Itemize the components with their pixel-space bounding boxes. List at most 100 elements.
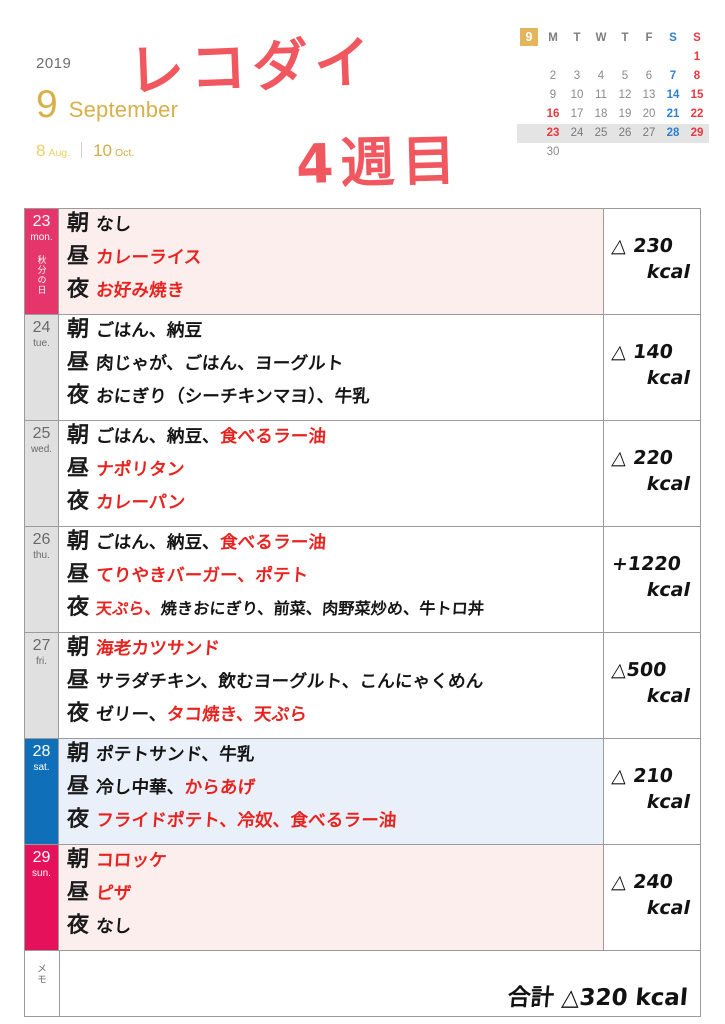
mini-calendar-day-2[interactable]: 2	[541, 67, 565, 86]
page-header: 2019 9 September 8 Aug. 10 Oct. レコダイ 4週目…	[0, 0, 725, 196]
mini-calendar-day-18[interactable]: 18	[589, 105, 613, 124]
kcal-cell-23[interactable]: △ 230 kcal	[604, 209, 700, 314]
meal-entries-29[interactable]: 朝コロッケ昼ピザ夜なし	[59, 845, 604, 950]
meal-noon: 昼肉じゃが、ごはん、ヨーグルト	[66, 350, 603, 385]
meal-morning: 朝コロッケ	[66, 847, 603, 882]
mini-calendar-empty-cell	[637, 48, 661, 67]
adjacent-months: 8 Aug. 10 Oct.	[36, 140, 336, 159]
kcal-unit: kcal	[646, 579, 690, 601]
meal-entries-25[interactable]: 朝ごはん、納豆、食べるラー油昼ナポリタン夜カレーパン	[59, 421, 604, 526]
mini-calendar-day-3[interactable]: 3	[565, 67, 589, 86]
mini-calendar-day-19[interactable]: 19	[613, 105, 637, 124]
meal-entries-28[interactable]: 朝ポテトサンド、牛乳昼冷し中華、からあげ夜フライドポテト、冷奴、食べるラー油	[59, 739, 604, 844]
mini-calendar-day-22[interactable]: 22	[685, 105, 709, 124]
meal-night: 夜おにぎり（シーチキンマヨ）、牛乳	[66, 383, 603, 418]
meal-entries-23[interactable]: 朝なし昼カレーライス夜お好み焼き	[59, 209, 604, 314]
meal-text-noon: ナポリタン	[95, 460, 185, 480]
mini-calendar-day-10[interactable]: 10	[565, 86, 589, 105]
meal-label-morning: 朝	[66, 529, 90, 554]
day-tab-29[interactable]: 29 sun.	[25, 845, 59, 950]
meal-entries-26[interactable]: 朝ごはん、納豆、食べるラー油昼てりやきバーガー、ポテト夜天ぷら、焼きおにぎり、前…	[59, 527, 604, 632]
mini-calendar-month-badge-cell: 9	[517, 28, 541, 48]
mini-calendar-week-row: 2345678	[517, 67, 709, 86]
meal-text-noon: カレーライス	[95, 248, 202, 268]
day-tab-25[interactable]: 25 wed.	[25, 421, 59, 526]
mini-calendar-empty-cell	[541, 48, 565, 67]
mini-calendar-day-8[interactable]: 8	[685, 67, 709, 86]
meal-text-segment: 食べるラー油	[219, 533, 327, 553]
day-tab-23[interactable]: 23 mon. 秋分の日	[25, 209, 59, 314]
meal-text-segment: フライドポテト、冷奴、食べるラー油	[95, 811, 398, 831]
kcal-cell-27[interactable]: △500 kcal	[604, 633, 700, 738]
meal-entries-24[interactable]: 朝ごはん、納豆昼肉じゃが、ごはん、ヨーグルト夜おにぎり（シーチキンマヨ）、牛乳	[59, 315, 604, 420]
mini-calendar-day-7[interactable]: 7	[661, 67, 685, 86]
meal-text-night: お好み焼き	[95, 281, 185, 301]
mini-calendar-weekday-5: S	[669, 32, 677, 44]
day-number: 25	[32, 425, 51, 442]
meal-label-noon: 昼	[66, 668, 90, 693]
day-tab-27[interactable]: 27 fri.	[25, 633, 59, 738]
mini-calendar-day-11[interactable]: 11	[589, 86, 613, 105]
meal-text-segment: おにぎり（シーチキンマヨ）、牛乳	[95, 387, 371, 407]
kcal-cell-26[interactable]: +1220 kcal	[604, 527, 700, 632]
mini-calendar-day-14[interactable]: 14	[661, 86, 685, 105]
day-weekday: thu.	[33, 550, 50, 561]
mini-calendar-day-28[interactable]: 28	[661, 124, 685, 143]
day-weekday: mon.	[30, 232, 53, 243]
mini-calendar-day-23[interactable]: 23	[541, 124, 565, 143]
mini-calendar-empty-cell	[613, 48, 637, 67]
mini-calendar-day-24[interactable]: 24	[565, 124, 589, 143]
meal-entries-27[interactable]: 朝海老カツサンド昼サラダチキン、飲むヨーグルト、こんにゃくめん夜ゼリー、タコ焼き…	[59, 633, 604, 738]
mini-calendar-day-27[interactable]: 27	[637, 124, 661, 143]
meal-text-segment: 焼きおにぎり、前菜、肉野菜炒め、牛トロ丼	[160, 599, 485, 618]
day-row-28: 28 sat. 朝ポテトサンド、牛乳昼冷し中華、からあげ夜フライドポテト、冷奴、食べ…	[25, 739, 700, 845]
mini-calendar-day-15[interactable]: 15	[685, 86, 709, 105]
day-tab-26[interactable]: 26 thu.	[25, 527, 59, 632]
meal-label-night: 夜	[66, 807, 90, 832]
meal-text-segment: ごはん、納豆、	[95, 427, 221, 447]
mini-calendar-day-21[interactable]: 21	[661, 105, 685, 124]
mini-calendar-day-9[interactable]: 9	[541, 86, 565, 105]
kcal-cell-24[interactable]: △ 140 kcal	[604, 315, 700, 420]
meal-night: 夜天ぷら、焼きおにぎり、前菜、肉野菜炒め、牛トロ丼	[66, 595, 603, 630]
mini-calendar-day-25[interactable]: 25	[589, 124, 613, 143]
mini-calendar-day-12[interactable]: 12	[613, 86, 637, 105]
memo-body[interactable]: 合計 △320 kcal	[60, 951, 700, 1016]
mini-calendar-day-26[interactable]: 26	[613, 124, 637, 143]
meal-text-segment: 天ぷら、	[95, 599, 162, 618]
meal-text-segment: 冷し中華、	[95, 778, 186, 798]
mini-calendar-weekday-2: W	[595, 32, 607, 44]
meal-text-segment: ゼリー、	[95, 705, 168, 725]
mini-calendar-day-13[interactable]: 13	[637, 86, 661, 105]
meal-label-morning: 朝	[66, 423, 90, 448]
prev-month-link[interactable]: 8 Aug.	[36, 142, 70, 159]
day-tab-28[interactable]: 28 sat.	[25, 739, 59, 844]
kcal-cell-29[interactable]: △ 240 kcal	[604, 845, 700, 950]
meal-text-morning: ポテトサンド、牛乳	[95, 745, 255, 765]
mini-calendar-day-20[interactable]: 20	[637, 105, 661, 124]
meal-text-segment: カレーパン	[95, 493, 186, 513]
mini-calendar-day-6[interactable]: 6	[637, 67, 661, 86]
day-tab-24[interactable]: 24 tue.	[25, 315, 59, 420]
mini-calendar-week-row: 23 24 25 26 27 28 29	[517, 124, 709, 143]
mini-calendar-weekday-0: M	[548, 32, 558, 44]
mini-calendar-day-17[interactable]: 17	[565, 105, 589, 124]
meal-label-morning: 朝	[66, 635, 90, 660]
meal-label-noon: 昼	[66, 880, 90, 905]
day-weekday: sat.	[33, 762, 50, 773]
kcal-value: △ 220	[610, 447, 675, 469]
kcal-cell-28[interactable]: △ 210 kcal	[604, 739, 700, 844]
next-month-link[interactable]: 10 Oct.	[93, 142, 134, 159]
mini-calendar-day-4[interactable]: 4	[589, 67, 613, 86]
meal-noon: 昼冷し中華、からあげ	[66, 774, 603, 809]
kcal-cell-25[interactable]: △ 220 kcal	[604, 421, 700, 526]
meal-text-noon: 肉じゃが、ごはん、ヨーグルト	[95, 354, 344, 374]
mini-calendar-day-30[interactable]: 30	[541, 143, 565, 162]
mini-calendar-day-29[interactable]: 29	[685, 124, 709, 143]
mini-calendar-month-badge: 9	[520, 28, 538, 46]
mini-calendar-day-16[interactable]: 16	[541, 105, 565, 124]
mini-calendar-day-1[interactable]: 1	[685, 48, 709, 67]
handwritten-subtitle: 4週目	[295, 128, 464, 197]
mini-calendar[interactable]: 9 MTWTFSS 1 2 3 4 5 6 7 8 9 10 11 12 13 14 15 16 17 18 19 2…	[517, 28, 709, 162]
mini-calendar-day-5[interactable]: 5	[613, 67, 637, 86]
